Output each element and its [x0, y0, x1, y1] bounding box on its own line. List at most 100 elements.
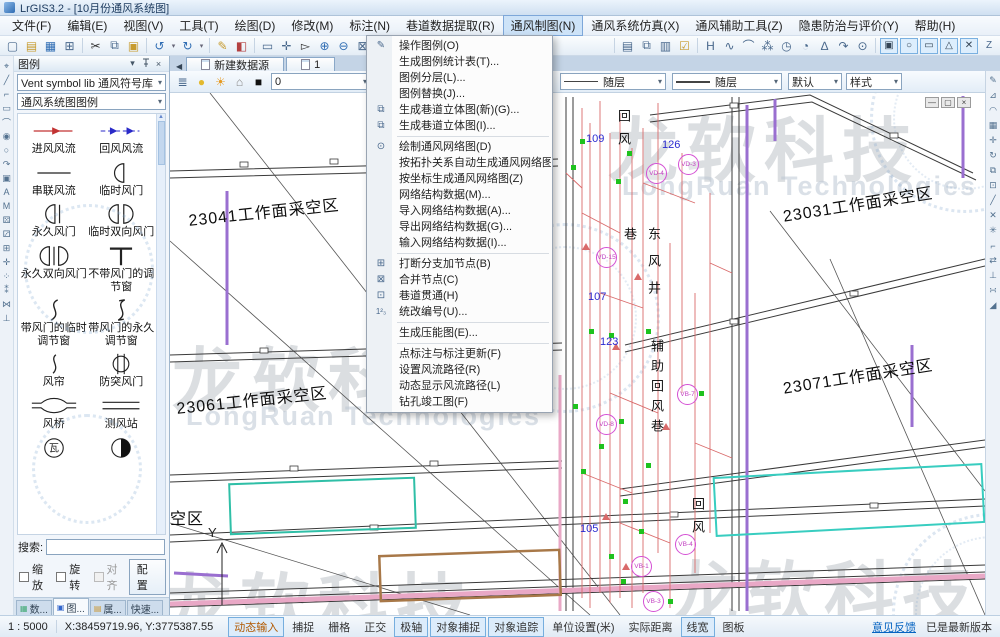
legend-scrollbar[interactable]: ▲	[156, 114, 165, 534]
line-tool-icon[interactable]: ╱	[0, 73, 13, 87]
lineweight-combo[interactable]: 默认 ▾	[788, 73, 842, 90]
menu-draw[interactable]: 绘图(D)	[227, 15, 284, 36]
save-icon[interactable]: ▦	[41, 37, 60, 54]
menu-item-set-airflow-path[interactable]: 设置风流路径(R)	[368, 362, 551, 378]
object-track-toggle[interactable]: 对象追踪	[488, 617, 544, 637]
erase-icon[interactable]: ✕	[986, 208, 1000, 223]
menu-item-legend-layering[interactable]: 图例分层(L)...	[368, 70, 551, 86]
menu-item-borehole-completion-map[interactable]: 钻孔竣工图(F)	[368, 394, 551, 410]
panel-pin-icon[interactable]	[139, 58, 152, 69]
search-input[interactable]	[46, 539, 165, 555]
measure-angle-icon[interactable]: ∆	[815, 37, 834, 54]
actual-distance-toggle[interactable]: 实际距离	[623, 617, 679, 637]
arc-tool-icon[interactable]: ⌒	[0, 115, 13, 129]
menu-item-dynamic-airflow-path[interactable]: 动态显示风流路径(L)	[368, 378, 551, 394]
scrollbar-thumb[interactable]	[158, 121, 165, 165]
cut-icon[interactable]: ✂	[86, 37, 105, 54]
menu-item-break-branch-add-node[interactable]: ⊞打断分支加节点(B)	[368, 256, 551, 272]
menu-edit[interactable]: 编辑(E)	[59, 15, 115, 36]
dynamic-input-toggle[interactable]: 动态输入	[228, 617, 284, 637]
zoom-in-icon[interactable]: ⊕	[315, 37, 334, 54]
object-snap-toggle[interactable]: 对象捕捉	[430, 617, 486, 637]
scale-checkbox[interactable]	[19, 572, 29, 582]
panel-menu-icon[interactable]: ▾	[126, 58, 139, 69]
menu-item-network-by-coordinates[interactable]: 按坐标生成通风网络图(Z)	[368, 171, 551, 187]
fill-icon[interactable]: ◧	[232, 37, 251, 54]
undo-icon[interactable]: ↺	[150, 37, 169, 54]
linetype-bylayer-combo[interactable]: 随层 ▾	[672, 73, 782, 90]
layer-check-icon[interactable]: ☑	[675, 37, 694, 54]
match-properties-icon[interactable]: ✎	[213, 37, 232, 54]
text-tool-icon[interactable]: A	[0, 185, 13, 199]
menu-file[interactable]: 文件(F)	[4, 15, 59, 36]
branch-split-icon[interactable]: ⊥	[0, 311, 13, 325]
perpendicular-icon[interactable]: ⊥	[986, 268, 1000, 283]
menu-vent-simulation[interactable]: 通风系统仿真(X)	[583, 15, 687, 36]
layer-on-bulb-icon[interactable]: ●	[192, 73, 211, 90]
select-icon[interactable]: ▻	[296, 37, 315, 54]
menu-vent-aux-tools[interactable]: 通风辅助工具(Z)	[687, 15, 790, 36]
hatch-tool-icon[interactable]: ⚄	[0, 213, 13, 227]
snap-center-icon[interactable]: ○	[900, 38, 918, 54]
child-close-icon[interactable]: ×	[957, 97, 971, 108]
menu-item-auto-network-by-topology[interactable]: 按拓扑关系自动生成通风网络图(K)...	[368, 155, 551, 171]
measure-gauge-icon[interactable]: ◔	[796, 37, 815, 54]
measure-radius-icon[interactable]: ⊙	[853, 37, 872, 54]
color-bylayer-combo[interactable]: 随层 ▾	[560, 73, 666, 90]
plot-icon[interactable]: ⊞	[60, 37, 79, 54]
ellipse-tool-icon[interactable]: ○	[0, 143, 13, 157]
tab-document-2[interactable]: 1	[286, 57, 335, 71]
copy-object-icon[interactable]: ⧉	[986, 163, 1000, 178]
tab-properties[interactable]: ▤属...	[90, 600, 126, 615]
menu-item-legend-statistics[interactable]: 生成图例统计表(T)...	[368, 54, 551, 70]
explode-icon[interactable]: ✳	[986, 223, 1000, 238]
snap-intersection-icon[interactable]: ✕	[960, 38, 978, 54]
polar-toggle[interactable]: 极轴	[394, 617, 428, 637]
legend-item[interactable]: 回风风流	[88, 119, 156, 156]
extend-icon[interactable]: ╱	[986, 193, 1000, 208]
config-button[interactable]: 配置	[129, 559, 166, 595]
layer-color-icon[interactable]: ■	[249, 73, 268, 90]
measure-network-icon[interactable]: ⁂	[758, 37, 777, 54]
menu-item-draw-vent-network[interactable]: ⊙绘制通风网络图(D)	[368, 139, 551, 155]
menu-item-renumber[interactable]: 1²₃统改编号(U)...	[368, 304, 551, 320]
rotate-checkbox[interactable]	[56, 572, 66, 582]
feedback-link[interactable]: 意见反馈	[872, 619, 916, 635]
legend-category-select[interactable]: 通风系统图图例 ▾	[17, 93, 166, 110]
menu-view[interactable]: 视图(V)	[115, 15, 171, 36]
rotate-icon[interactable]: ↻	[986, 148, 1000, 163]
legend-item[interactable]: 风帘	[20, 352, 88, 389]
zoom-out-icon[interactable]: ⊖	[334, 37, 353, 54]
trim-icon[interactable]: ⌐	[986, 238, 1000, 253]
pan-icon[interactable]: ✛	[277, 37, 296, 54]
snap-nearest-icon[interactable]: Z	[980, 38, 998, 54]
redo-caret-icon[interactable]: ▾	[197, 37, 206, 54]
tab-quick[interactable]: 快速...	[127, 600, 163, 615]
panel-close-icon[interactable]: ×	[152, 59, 165, 69]
redo-icon[interactable]: ↻	[178, 37, 197, 54]
layer-paste-icon[interactable]: ▥	[656, 37, 675, 54]
polyline-tool-icon[interactable]: ⌐	[0, 87, 13, 101]
menu-item-tunnel-through[interactable]: ⊡巷道贯通(H)	[368, 288, 551, 304]
menu-item-input-network-data[interactable]: 输入网络结构数据(I)...	[368, 235, 551, 251]
fillet-icon[interactable]: ◠	[986, 103, 1000, 118]
stretch-icon[interactable]: ⇄	[986, 253, 1000, 268]
layer-manager-icon[interactable]: ≣	[173, 73, 192, 90]
node-cluster-icon[interactable]: ⁘	[0, 269, 13, 283]
menu-item-merge-nodes[interactable]: ⊠合并节点(C)	[368, 272, 551, 288]
layer-lock-icon[interactable]: ⌂	[230, 73, 249, 90]
current-layer-combo[interactable]: 0 ▾	[271, 73, 371, 90]
paste-icon[interactable]: ▣	[124, 37, 143, 54]
mtext-tool-icon[interactable]: M	[0, 199, 13, 213]
menu-help[interactable]: 帮助(H)	[907, 15, 964, 36]
menu-item-operate-legend[interactable]: ✎操作图例(O)	[368, 38, 551, 54]
menu-hazard-eval[interactable]: 隐患防治与评价(Y)	[791, 15, 907, 36]
symbol-library-select[interactable]: Vent symbol lib 通风符号库 ▾	[17, 74, 166, 91]
branch-join-icon[interactable]: ⋈	[0, 297, 13, 311]
measure-time-icon[interactable]: ◷	[777, 37, 796, 54]
menu-item-pressure-energy-map[interactable]: 生成压能图(E)...	[368, 325, 551, 341]
child-minimize-icon[interactable]: —	[925, 97, 939, 108]
new-icon[interactable]: ▢	[3, 37, 22, 54]
open-icon[interactable]: ▤	[22, 37, 41, 54]
offset-icon[interactable]: ⊡	[986, 178, 1000, 193]
